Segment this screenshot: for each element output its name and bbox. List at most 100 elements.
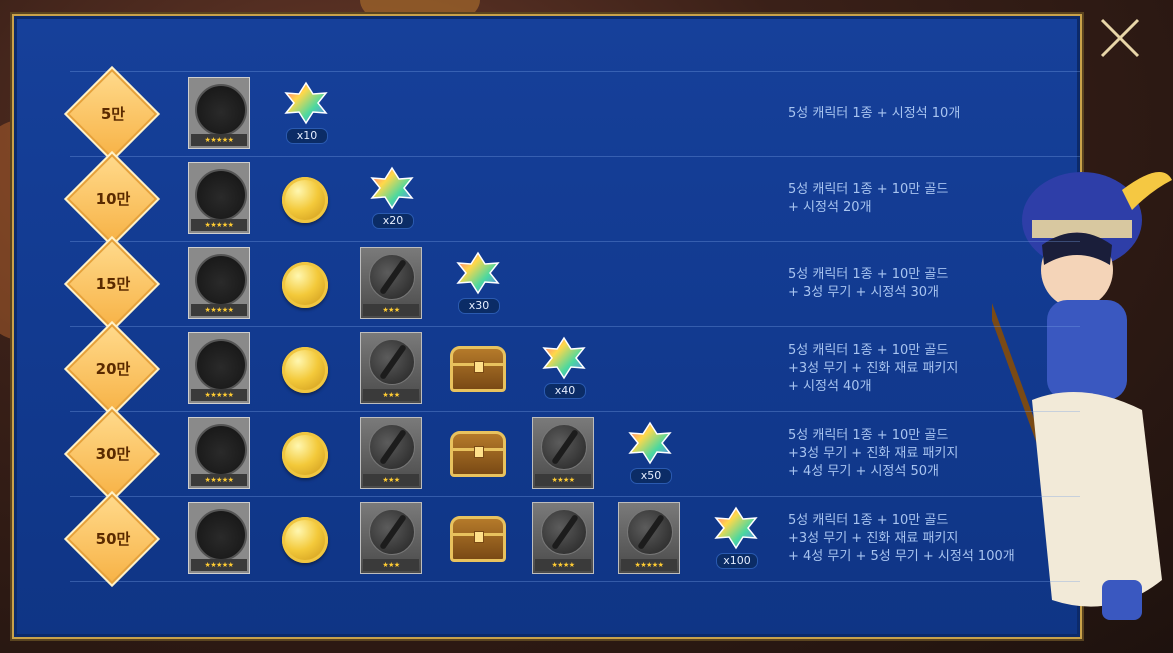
gold-reward[interactable] <box>274 247 338 321</box>
tier-badge: 5만 <box>69 71 156 157</box>
weapon-reward[interactable]: ★★★★★ <box>618 502 682 576</box>
chest-reward[interactable] <box>446 332 510 406</box>
gem-count: x50 <box>630 468 672 484</box>
silhouette-icon <box>195 424 247 476</box>
star-rating: ★★★★ <box>535 474 591 486</box>
weapon-reward[interactable]: ★★★ <box>360 247 424 321</box>
gem-count: x40 <box>544 383 586 399</box>
tier-description: 5성 캐릭터 1종 + 10만 골드 +3성 무기 + 진화 재료 패키지 + … <box>788 428 959 479</box>
treasure-chest-icon <box>450 431 506 477</box>
star-rating: ★★★ <box>363 474 419 486</box>
character-reward[interactable]: ★★★★★ <box>188 247 252 321</box>
gem-count: x10 <box>286 128 328 144</box>
crystal-gem-icon <box>284 81 328 125</box>
gold-reward[interactable] <box>274 502 338 576</box>
star-rating: ★★★★★ <box>191 304 247 316</box>
weapon-reward[interactable]: ★★★ <box>360 332 424 406</box>
character-portrait-icon: ★★★★★ <box>188 332 250 404</box>
character-reward[interactable]: ★★★★★ <box>188 417 252 491</box>
tier-badge: 15만 <box>69 241 156 327</box>
weapon-icon: ★★★ <box>360 247 422 319</box>
crystal-gem-icon <box>628 421 672 465</box>
gold-coin-icon <box>282 262 328 308</box>
tier-label: 50만 <box>95 530 131 548</box>
gem-count: x20 <box>372 213 414 229</box>
gold-reward[interactable] <box>274 162 338 236</box>
character-reward[interactable]: ★★★★★ <box>188 162 252 236</box>
weapon-icon: ★★★ <box>360 417 422 489</box>
gem-reward[interactable]: x30 <box>446 247 510 321</box>
star-rating: ★★★ <box>363 559 419 571</box>
tier-label: 30만 <box>95 445 131 463</box>
chest-reward[interactable] <box>446 417 510 491</box>
gold-coin-icon <box>282 177 328 223</box>
weapon-icon: ★★★★★ <box>618 502 680 574</box>
silhouette-icon <box>195 339 247 391</box>
sword-icon <box>369 509 415 555</box>
tier-row: 10만 ★★★★★ x20 5성 캐릭터 1종 + 10만 골드 + 시정석 20개 <box>69 156 1080 242</box>
gold-reward[interactable] <box>274 332 338 406</box>
crystal-gem-icon <box>456 251 500 295</box>
weapon-reward[interactable]: ★★★★ <box>532 417 596 491</box>
star-rating: ★★★ <box>363 304 419 316</box>
star-rating: ★★★★ <box>535 559 591 571</box>
tier-row: 20만 ★★★★★ ★★★ x40 5성 캐릭터 1종 + 10만 골드 +3성 무기 … <box>69 326 1080 412</box>
weapon-icon: ★★★★ <box>532 502 594 574</box>
weapon-reward[interactable]: ★★★ <box>360 502 424 576</box>
character-portrait-icon: ★★★★★ <box>188 162 250 234</box>
crystal-gem-icon <box>370 166 414 210</box>
gold-coin-icon <box>282 347 328 393</box>
star-rating: ★★★★★ <box>191 219 247 231</box>
sword-icon <box>541 509 587 555</box>
tier-row: 5만 ★★★★★ x10 5성 캐릭터 1종 + 시정석 10개 <box>69 71 1080 157</box>
star-rating: ★★★★★ <box>191 559 247 571</box>
tier-description: 5성 캐릭터 1종 + 10만 골드 + 시정석 20개 <box>788 182 949 215</box>
gem-reward[interactable]: x20 <box>360 162 424 236</box>
weapon-reward[interactable]: ★★★ <box>360 417 424 491</box>
sword-icon <box>541 424 587 470</box>
star-rating: ★★★★★ <box>191 389 247 401</box>
gem-count: x100 <box>716 553 758 569</box>
tier-badge: 30만 <box>69 411 156 497</box>
sword-icon <box>369 339 415 385</box>
tier-description: 5성 캐릭터 1종 + 10만 골드 + 3성 무기 + 시정석 30개 <box>788 267 949 300</box>
silhouette-icon <box>195 84 247 136</box>
silhouette-icon <box>195 254 247 306</box>
character-reward[interactable]: ★★★★★ <box>188 332 252 406</box>
tier-row: 50만 ★★★★★ ★★★ ★★★★ ★★★★★ x100 5성 캐릭터 1종 + 10만 … <box>69 496 1080 582</box>
gem-reward[interactable]: x100 <box>704 502 768 576</box>
treasure-chest-icon <box>450 346 506 392</box>
tier-badge: 10만 <box>69 156 156 242</box>
sword-icon <box>369 254 415 300</box>
gold-coin-icon <box>282 517 328 563</box>
tier-description: 5성 캐릭터 1종 + 시정석 10개 <box>788 106 961 121</box>
character-portrait-icon: ★★★★★ <box>188 247 250 319</box>
tier-badge: 20만 <box>69 326 156 412</box>
character-portrait-icon: ★★★★★ <box>188 502 250 574</box>
gem-reward[interactable]: x40 <box>532 332 596 406</box>
tier-row: 15만 ★★★★★ ★★★ x30 5성 캐릭터 1종 + 10만 골드 + 3성 무기… <box>69 241 1080 327</box>
tier-badge: 50만 <box>69 496 156 582</box>
crystal-gem-icon <box>542 336 586 380</box>
weapon-icon: ★★★ <box>360 332 422 404</box>
tier-description: 5성 캐릭터 1종 + 10만 골드 +3성 무기 + 진화 재료 패키지 + … <box>788 513 1015 564</box>
tier-label: 15만 <box>95 275 131 293</box>
character-portrait-icon: ★★★★★ <box>188 417 250 489</box>
gold-coin-icon <box>282 432 328 478</box>
sword-icon <box>369 424 415 470</box>
crystal-gem-icon <box>714 506 758 550</box>
character-reward[interactable]: ★★★★★ <box>188 502 252 576</box>
weapon-icon: ★★★★ <box>532 417 594 489</box>
weapon-reward[interactable]: ★★★★ <box>532 502 596 576</box>
gem-count: x30 <box>458 298 500 314</box>
gem-reward[interactable]: x10 <box>274 77 338 151</box>
weapon-icon: ★★★ <box>360 502 422 574</box>
gold-reward[interactable] <box>274 417 338 491</box>
sword-icon <box>627 509 673 555</box>
character-reward[interactable]: ★★★★★ <box>188 77 252 151</box>
gem-reward[interactable]: x50 <box>618 417 682 491</box>
chest-reward[interactable] <box>446 502 510 576</box>
star-rating: ★★★★★ <box>191 474 247 486</box>
close-icon[interactable] <box>1096 14 1144 62</box>
silhouette-icon <box>195 509 247 561</box>
